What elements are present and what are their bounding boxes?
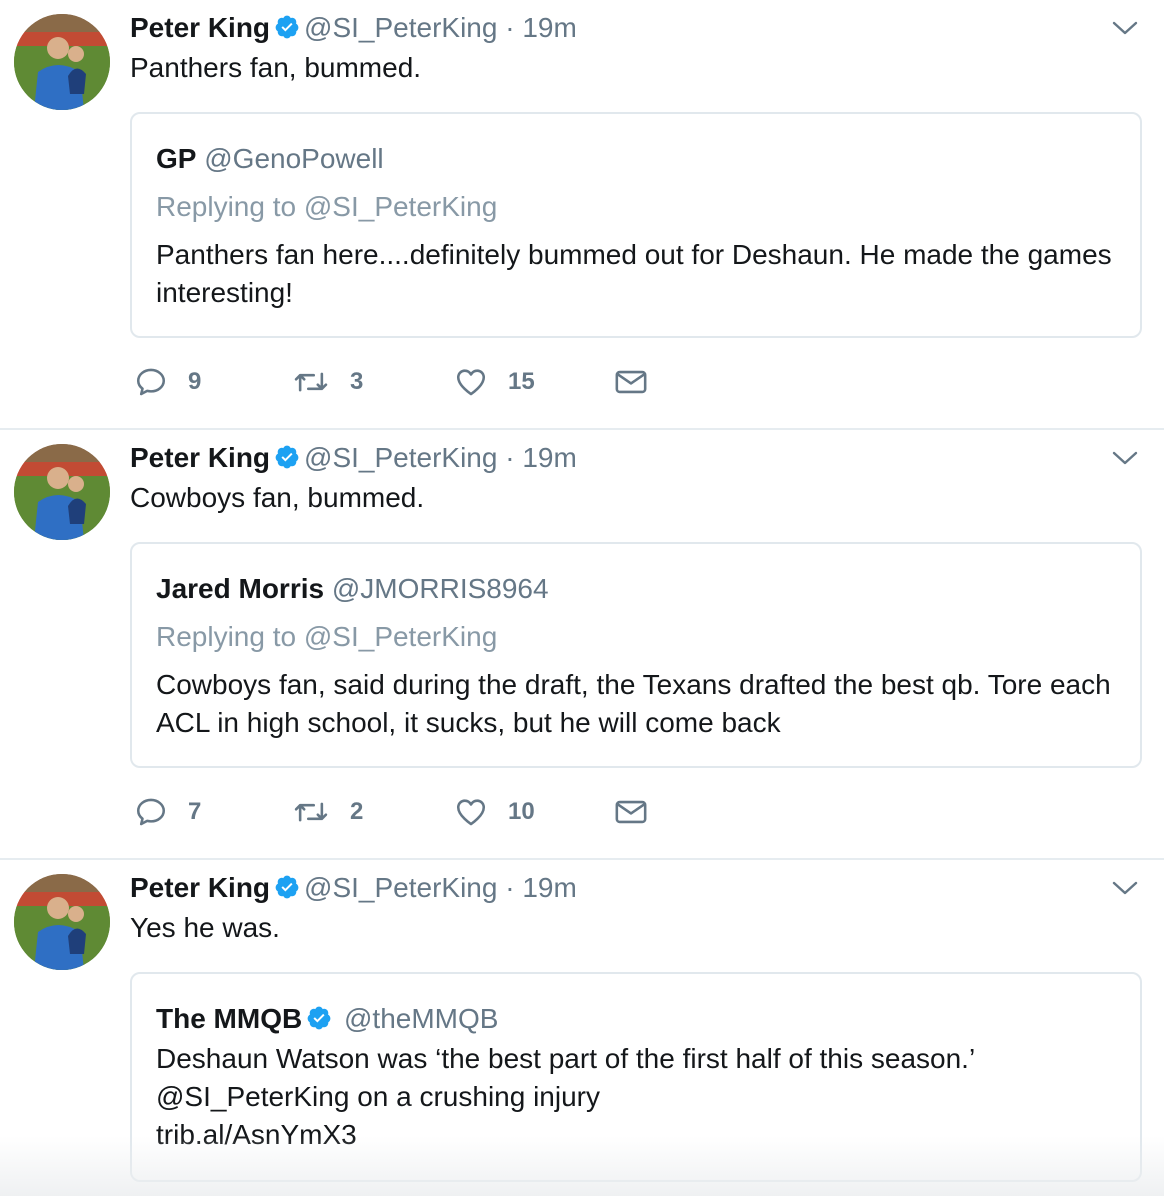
- like-count: 10: [508, 798, 535, 825]
- quoted-author-handle: @theMMQB: [344, 1003, 499, 1034]
- tweet-header: Peter King @SI_PeterKing · 19m: [130, 10, 577, 46]
- tweet[interactable]: Peter King @SI_PeterKing · 19m Cowboys fa…: [0, 430, 1164, 860]
- tweet-text: Panthers fan, bummed.: [130, 52, 422, 83]
- quoted-link[interactable]: trib.al/AsnYmX3: [156, 1116, 1120, 1154]
- verified-badge-icon: [275, 875, 299, 899]
- quoted-author-name: Jared Morris: [156, 573, 325, 604]
- verified-badge-icon: [307, 1006, 331, 1030]
- author-name[interactable]: Peter King: [130, 872, 270, 903]
- direct-message-button[interactable]: [614, 362, 648, 402]
- caret-down-icon[interactable]: [1112, 878, 1138, 898]
- quoted-text: Deshaun Watson was ‘the best part of the…: [156, 1040, 1120, 1154]
- quoted-author-handle: @JMORRIS8964: [331, 573, 549, 604]
- quoted-text: Panthers fan here....definitely bummed o…: [156, 239, 1112, 308]
- like-button[interactable]: 10: [454, 792, 535, 832]
- verified-badge-icon: [275, 15, 299, 39]
- envelope-icon: [615, 800, 647, 824]
- tweet[interactable]: Peter King @SI_PeterKing · 19m Panthers f…: [0, 0, 1164, 430]
- timestamp[interactable]: 19m: [522, 12, 576, 43]
- replying-to: Replying to @SI_PeterKing: [156, 191, 498, 222]
- reply-count: 7: [188, 798, 202, 825]
- quoted-text: Cowboys fan, said during the draft, the …: [156, 669, 1111, 738]
- caret-down-icon[interactable]: [1112, 448, 1138, 468]
- tweet-header: Peter King @SI_PeterKing · 19m: [130, 440, 577, 476]
- reply-icon: [136, 798, 166, 826]
- verified-badge-icon: [275, 445, 299, 469]
- quoted-header: Jared Morris @JMORRIS8964: [156, 572, 549, 606]
- author-handle[interactable]: @SI_PeterKing: [304, 442, 497, 473]
- quoted-header: The MMQB @theMMQB: [156, 1002, 498, 1036]
- separator-dot: ·: [505, 872, 515, 903]
- author-handle[interactable]: @SI_PeterKing: [304, 12, 497, 43]
- replying-to: Replying to @SI_PeterKing: [156, 621, 498, 652]
- quoted-text-line: @SI_PeterKing on a crushing injury: [156, 1081, 600, 1112]
- retweet-button[interactable]: 3: [292, 362, 363, 402]
- retweet-count: 3: [350, 368, 364, 395]
- retweet-icon: [294, 372, 328, 392]
- tweet-text: Cowboys fan, bummed.: [130, 482, 425, 513]
- tweet[interactable]: Peter King @SI_PeterKing · 19m Yes he was…: [0, 860, 1164, 1196]
- reply-button[interactable]: 9: [134, 362, 201, 402]
- like-button[interactable]: 15: [454, 362, 535, 402]
- action-bar: 9 3 15: [134, 362, 734, 402]
- quoted-header: GP @GenoPowell: [156, 142, 384, 176]
- retweet-button[interactable]: 2: [292, 792, 363, 832]
- tweet-header: Peter King @SI_PeterKing · 19m: [130, 870, 577, 906]
- separator-dot: ·: [505, 12, 515, 43]
- envelope-icon: [615, 370, 647, 394]
- quoted-tweet[interactable]: The MMQB @theMMQB Deshaun Watson was ‘th…: [130, 972, 1142, 1182]
- timestamp[interactable]: 19m: [522, 442, 576, 473]
- quoted-tweet[interactable]: Jared Morris @JMORRIS8964 Replying to @S…: [130, 542, 1142, 768]
- timestamp[interactable]: 19m: [522, 872, 576, 903]
- quoted-author-handle: @GenoPowell: [204, 143, 384, 174]
- separator-dot: ·: [505, 442, 515, 473]
- reply-count: 9: [188, 368, 202, 395]
- reply-icon: [136, 368, 166, 396]
- quoted-author-name: The MMQB: [156, 1003, 303, 1034]
- like-count: 15: [508, 368, 535, 395]
- author-handle[interactable]: @SI_PeterKing: [304, 872, 497, 903]
- avatar[interactable]: [14, 14, 110, 110]
- tweet-text: Yes he was.: [130, 912, 280, 943]
- caret-down-icon[interactable]: [1112, 18, 1138, 38]
- retweet-icon: [294, 802, 328, 822]
- avatar[interactable]: [14, 874, 110, 970]
- direct-message-button[interactable]: [614, 792, 648, 832]
- reply-button[interactable]: 7: [134, 792, 201, 832]
- quoted-text-line: Deshaun Watson was ‘the best part of the…: [156, 1043, 976, 1074]
- quoted-tweet[interactable]: GP @GenoPowell Replying to @SI_PeterKing…: [130, 112, 1142, 338]
- action-bar: 7 2 10: [134, 792, 734, 832]
- quoted-author-name: GP: [156, 143, 197, 174]
- heart-icon: [456, 799, 486, 826]
- retweet-count: 2: [350, 798, 364, 825]
- author-name[interactable]: Peter King: [130, 442, 270, 473]
- heart-icon: [456, 369, 486, 396]
- author-name[interactable]: Peter King: [130, 12, 270, 43]
- avatar[interactable]: [14, 444, 110, 540]
